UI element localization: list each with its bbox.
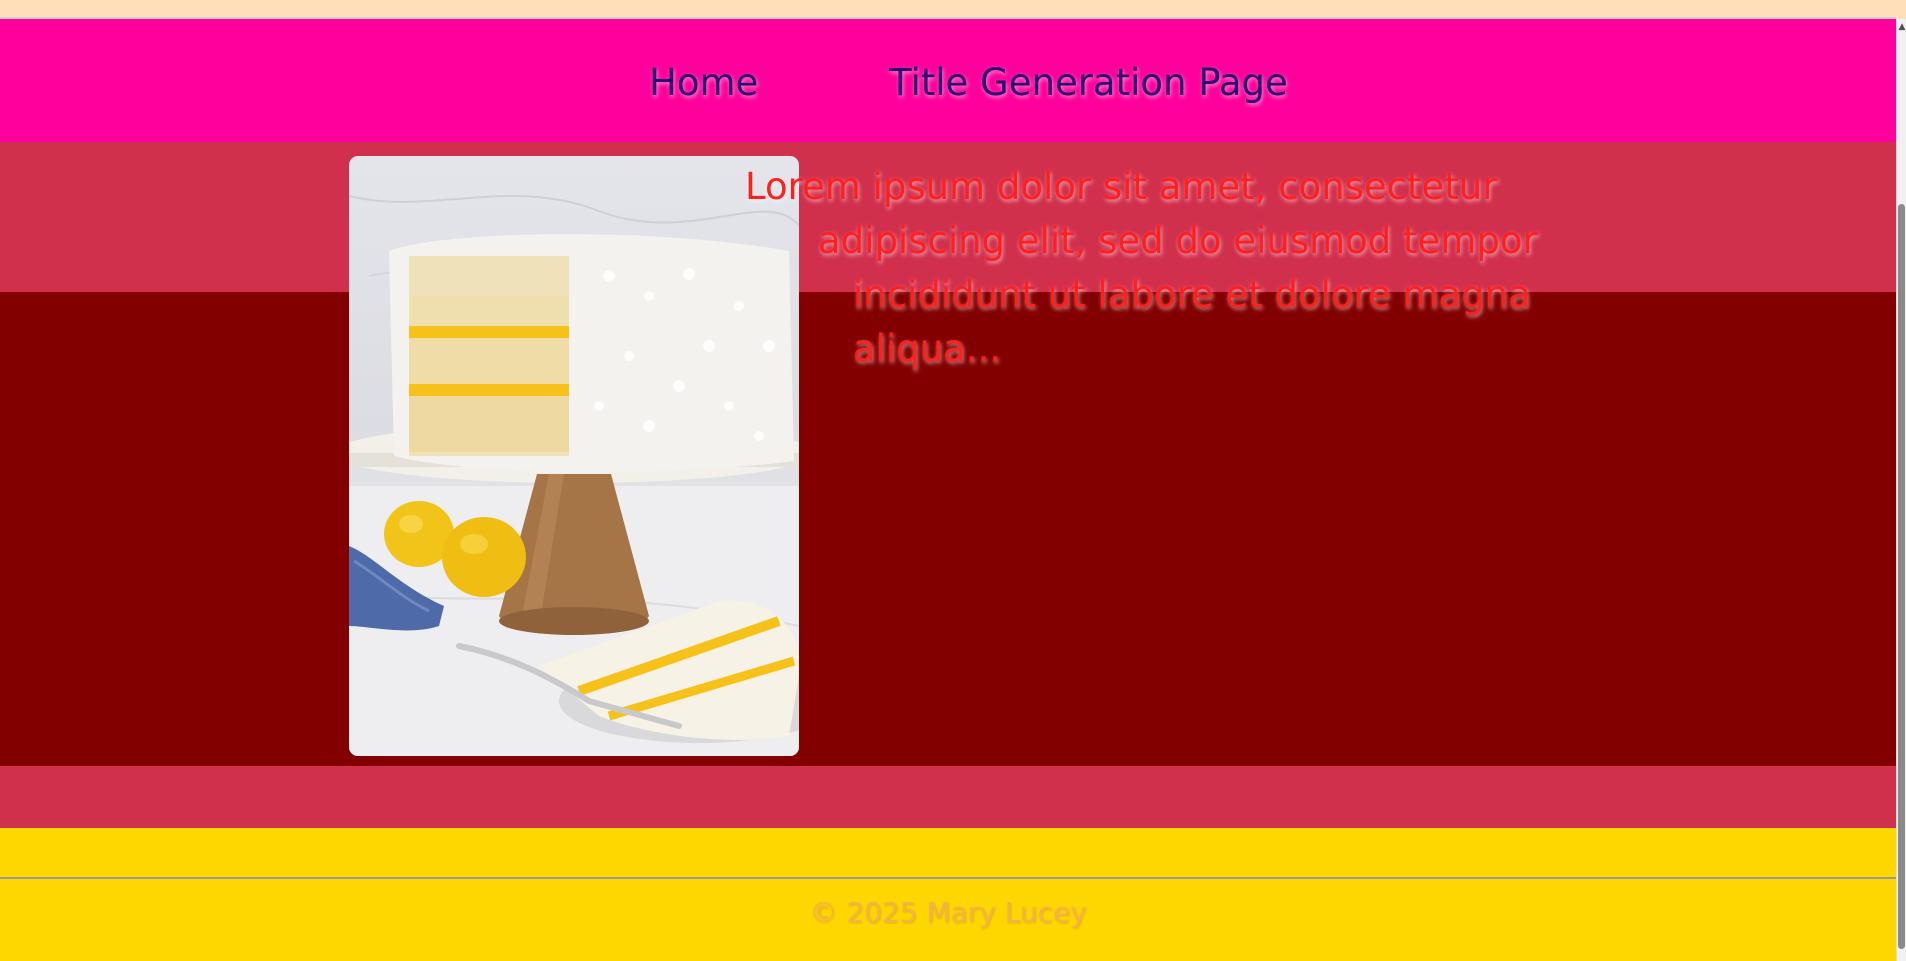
intro-text-line: adipiscing elit, sed do eiusmod tempor — [818, 219, 1538, 262]
cake-image — [349, 156, 799, 756]
vertical-scrollbar[interactable]: ▲ — [1896, 19, 1906, 961]
intro-text: Lorem ipsum dolor sit amet, consectetur … — [745, 160, 1538, 376]
main-nav: Home Title Generation Page — [0, 19, 1896, 142]
nav-link-title-generation[interactable]: Title Generation Page — [889, 61, 1288, 105]
scroll-thumb[interactable] — [1898, 204, 1905, 949]
scroll-up-arrow-icon[interactable]: ▲ — [1897, 21, 1906, 33]
section-band-bottom — [0, 766, 1896, 828]
footer-divider — [0, 877, 1896, 879]
copyright-text: © 2025 Mary Lucey — [809, 896, 1087, 929]
footer: © 2025 Mary Lucey — [0, 828, 1896, 961]
top-strip — [0, 0, 1896, 19]
intro-text-line: aliqua... — [853, 327, 1002, 370]
page: Home Title Generation Page Lorem ipsum d… — [0, 0, 1906, 961]
nav-link-home[interactable]: Home — [649, 61, 758, 105]
intro-text-line: Lorem ipsum dolor sit amet, consectetur — [745, 165, 1498, 208]
intro-text-line: incididunt ut labore et dolore magna — [853, 273, 1531, 316]
